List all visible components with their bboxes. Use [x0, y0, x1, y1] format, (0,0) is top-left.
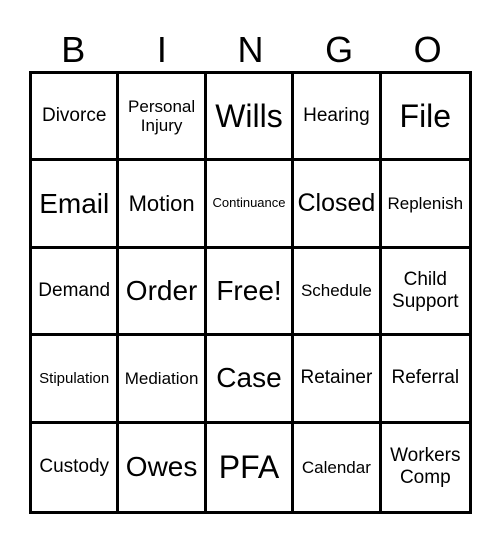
bingo-cell[interactable]: Email [32, 161, 120, 249]
bingo-cell[interactable]: Personal Injury [119, 74, 207, 162]
bingo-cell[interactable]: Case [206, 336, 295, 424]
bingo-cell[interactable]: Stipulation [32, 336, 120, 424]
bingo-cell[interactable]: Retainer [294, 336, 382, 424]
header-letter-b: B [61, 29, 86, 70]
bingo-cell[interactable]: Replenish [381, 161, 469, 249]
bingo-cell[interactable]: Motion [119, 161, 207, 249]
bingo-cell[interactable]: Mediation [119, 336, 207, 424]
bingo-cell[interactable]: Owes [119, 423, 207, 511]
bingo-cell[interactable]: Child Support [381, 249, 469, 337]
header-letter-o: O [413, 29, 442, 70]
bingo-cell[interactable]: Continuance [206, 161, 295, 249]
header-letter-i: I [156, 29, 167, 70]
header-letter-n: N [237, 29, 264, 70]
bingo-cell[interactable]: Custody [32, 423, 120, 511]
header-letter-g: G [325, 29, 354, 70]
bingo-cell[interactable]: Demand [32, 248, 120, 337]
free-space[interactable]: Free! [206, 248, 295, 337]
bingo-cell[interactable]: File [381, 74, 469, 162]
bingo-cell[interactable]: Divorce [32, 74, 120, 162]
bingo-card: Divorce Personal Injury Wills Hearing Fi… [29, 71, 472, 514]
bingo-cell[interactable]: Order [119, 248, 207, 337]
bingo-header: B I N G O [29, 30, 472, 70]
bingo-cell[interactable]: Schedule [294, 248, 382, 337]
bingo-cell[interactable]: Referral [381, 336, 469, 424]
bingo-cell[interactable]: Hearing [294, 74, 382, 162]
bingo-cell[interactable]: Closed [294, 161, 382, 249]
bingo-cell[interactable]: Calendar [294, 423, 382, 511]
bingo-cell[interactable]: Wills [206, 74, 295, 162]
bingo-cell[interactable]: Workers Comp [382, 424, 469, 511]
bingo-cell[interactable]: PFA [207, 423, 295, 511]
